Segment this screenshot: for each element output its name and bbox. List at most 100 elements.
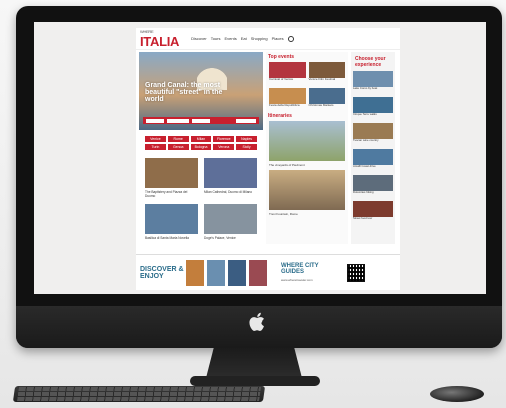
article-card[interactable]: The Baptistery and Piazza del Duomo xyxy=(145,158,198,198)
nav-item[interactable]: Eat xyxy=(241,36,247,41)
city-tag[interactable]: Bologna xyxy=(190,144,212,150)
apple-logo-icon xyxy=(249,312,264,331)
article-card[interactable]: Doge's Palace, Venice xyxy=(204,204,257,244)
experience-item[interactable]: Amalfi Coast drive xyxy=(353,149,393,172)
experience-item[interactable]: Cinque Terre walks xyxy=(353,97,393,120)
city-tag[interactable]: Rome xyxy=(167,136,189,142)
city-guide-book[interactable] xyxy=(249,259,267,286)
experience-list: Lake Como by boat Cinque Terre walks Tusca… xyxy=(353,71,393,224)
hero-bar-field[interactable] xyxy=(167,118,189,123)
city-tag[interactable]: Naples xyxy=(236,136,257,142)
article-caption[interactable]: Basilica di Santa Maria Novella xyxy=(145,236,198,244)
banner-discover: DISCOVER & ENJOY xyxy=(140,265,184,280)
nav-item[interactable]: Events xyxy=(224,36,236,41)
experience-image[interactable] xyxy=(353,175,393,191)
monitor-stand-base xyxy=(190,376,320,386)
event-caption[interactable]: Venice Film Festival xyxy=(309,77,346,85)
event-image[interactable] xyxy=(308,62,345,78)
experience-image[interactable] xyxy=(353,201,393,217)
experience-title: Choose your experience xyxy=(355,56,386,68)
event-caption[interactable]: Christmas Markets xyxy=(309,103,346,111)
events-column: Top events Carnival of Venice Venice Film… xyxy=(266,52,348,244)
experience-image[interactable] xyxy=(353,123,393,139)
experience-item[interactable]: Lake Como by boat xyxy=(353,71,393,94)
itinerary-caption[interactable]: Trevi Fountain, Rome xyxy=(266,212,348,216)
itineraries-title: Itineraries xyxy=(268,113,292,119)
event-caption[interactable]: Festa della Repubblica xyxy=(269,103,306,111)
imac-monitor: WHERE ITALIA Discover Tours Events Eat Shopp… xyxy=(16,6,502,348)
city-tag[interactable]: Venice xyxy=(145,136,166,142)
experience-item[interactable]: Street food tour xyxy=(353,201,393,224)
city-tags: Venice Rome Milan Florence Naples Turin Genoa B… xyxy=(139,136,263,150)
keyboard xyxy=(12,386,266,402)
event-image[interactable] xyxy=(269,62,306,78)
city-tag[interactable]: Genoa xyxy=(167,144,189,150)
experience-image[interactable] xyxy=(353,97,393,113)
hero-bar-button[interactable] xyxy=(236,118,256,123)
hero-bar-field[interactable] xyxy=(146,118,164,123)
article-caption[interactable]: The Baptistery and Piazza del Duomo xyxy=(145,190,198,198)
event-image[interactable] xyxy=(269,88,306,104)
logo-text: ITALIA xyxy=(140,33,180,49)
experience-item[interactable]: Tuscan wine country xyxy=(353,123,393,146)
event-item[interactable]: Carnival of Venice xyxy=(269,62,306,85)
experience-item[interactable]: Dolomites hiking xyxy=(353,175,393,198)
experience-caption[interactable]: Tuscan wine country xyxy=(353,138,393,146)
site-header: WHERE ITALIA Discover Tours Events Eat Shopp… xyxy=(136,28,400,50)
article-image[interactable] xyxy=(204,158,257,188)
nav-item[interactable]: Shopping xyxy=(251,36,268,41)
city-tag[interactable]: Verona xyxy=(213,144,235,150)
city-guide-book[interactable] xyxy=(228,259,246,286)
itinerary-caption[interactable]: The vineyards of Piedmont xyxy=(266,163,348,167)
article-image[interactable] xyxy=(145,204,198,234)
hero-search-bar[interactable] xyxy=(143,117,259,124)
article-image[interactable] xyxy=(145,158,198,188)
mouse xyxy=(430,386,484,402)
banner-books xyxy=(186,259,267,286)
monitor-stand xyxy=(206,348,302,378)
itinerary-image[interactable] xyxy=(269,170,345,210)
city-tag[interactable]: Turin xyxy=(145,144,166,150)
banner-where: WHERE CITY GUIDES www.wheretraveler.com xyxy=(281,263,341,283)
city-tag[interactable]: Florence xyxy=(213,136,235,142)
hero-bar-field[interactable] xyxy=(192,118,210,123)
nav-item[interactable]: Tours xyxy=(211,36,221,41)
experience-column: Choose your experience Lake Como by boat… xyxy=(351,52,395,244)
banner-url[interactable]: www.wheretraveler.com xyxy=(281,277,341,283)
website: WHERE ITALIA Discover Tours Events Eat Shopp… xyxy=(136,28,400,288)
article-caption[interactable]: Doge's Palace, Venice xyxy=(204,236,257,244)
banner-where-text: WHERE CITY GUIDES xyxy=(281,262,319,275)
main-column: Grand Canal: the most beautiful "street"… xyxy=(139,52,263,244)
experience-caption[interactable]: Dolomites hiking xyxy=(353,190,393,198)
nav-item[interactable]: Discover xyxy=(191,36,207,41)
city-tag[interactable]: Milan xyxy=(190,136,212,142)
experience-image[interactable] xyxy=(353,149,393,165)
nav-item[interactable]: Places xyxy=(272,36,284,41)
city-guides-banner[interactable]: DISCOVER & ENJOY WHERE CITY GUIDES www.w… xyxy=(136,254,400,290)
article-card[interactable]: Basilica di Santa Maria Novella xyxy=(145,204,198,244)
screen: WHERE ITALIA Discover Tours Events Eat Shopp… xyxy=(34,22,486,294)
article-caption[interactable]: Milan Cathedral, Duomo di Milano xyxy=(204,190,257,198)
experience-caption[interactable]: Amalfi Coast drive xyxy=(353,164,393,172)
event-item[interactable]: Christmas Markets xyxy=(308,88,346,111)
article-cards: The Baptistery and Piazza del Duomo Milan… xyxy=(139,158,263,244)
site-logo[interactable]: WHERE ITALIA xyxy=(140,29,179,49)
article-image[interactable] xyxy=(204,204,257,234)
event-image[interactable] xyxy=(308,88,345,104)
qr-code-icon xyxy=(347,263,365,282)
city-tag[interactable]: Sicily xyxy=(236,144,257,150)
city-guide-book[interactable] xyxy=(186,259,204,286)
experience-caption[interactable]: Street food tour xyxy=(353,216,393,224)
event-item[interactable]: Venice Film Festival xyxy=(308,62,346,85)
search-icon[interactable] xyxy=(287,35,294,42)
event-item[interactable]: Festa della Repubblica xyxy=(269,88,306,111)
city-guide-book[interactable] xyxy=(207,259,225,286)
experience-caption[interactable]: Cinque Terre walks xyxy=(353,112,393,120)
hero-banner[interactable]: Grand Canal: the most beautiful "street"… xyxy=(139,52,263,130)
itinerary-image[interactable] xyxy=(269,121,345,161)
article-card[interactable]: Milan Cathedral, Duomo di Milano xyxy=(204,158,257,198)
experience-image[interactable] xyxy=(353,71,393,87)
scene: WHERE ITALIA Discover Tours Events Eat Shopp… xyxy=(0,0,506,408)
experience-caption[interactable]: Lake Como by boat xyxy=(353,86,393,94)
event-caption[interactable]: Carnival of Venice xyxy=(269,77,306,85)
